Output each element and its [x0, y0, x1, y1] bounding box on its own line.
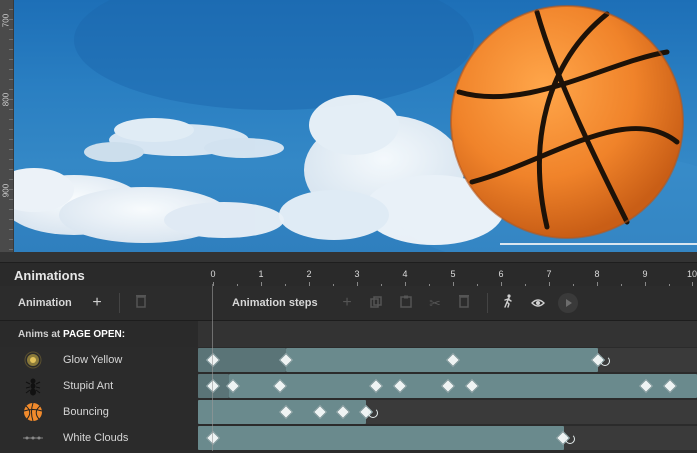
glow-icon: [22, 350, 44, 370]
canvas-scroll-strip[interactable]: [0, 252, 697, 262]
cut-icon[interactable]: ✂: [426, 294, 444, 312]
timeline-header-track: [198, 321, 697, 347]
time-label-9: 9: [642, 269, 648, 279]
time-label-2: 2: [306, 269, 312, 279]
guide-line: [500, 243, 697, 245]
clouds-icon: [22, 428, 44, 448]
eye-icon[interactable]: [529, 294, 547, 312]
loop-icon: [368, 408, 378, 418]
basketball-icon: [22, 402, 44, 422]
copy-icon[interactable]: [367, 294, 385, 312]
anims-event-prefix: Anims at: [18, 329, 61, 340]
time-label-1: 1: [258, 269, 264, 279]
time-label-10: 10: [686, 269, 697, 279]
paste-icon[interactable]: [397, 294, 415, 312]
ruler-label-800: 800: [1, 92, 11, 107]
add-step-icon[interactable]: +: [338, 294, 356, 312]
animation-name: White Clouds: [63, 432, 129, 444]
time-label-5: 5: [450, 269, 456, 279]
loop-icon: [600, 356, 610, 366]
delete-step-icon[interactable]: [455, 294, 473, 312]
scene-sky: [14, 0, 697, 252]
step-bar[interactable]: [198, 426, 564, 450]
animation-name: Stupid Ant: [63, 380, 114, 392]
animation-row-stupid-ant[interactable]: Stupid Ant: [0, 373, 697, 399]
ruler-label-900: 900: [1, 183, 11, 198]
time-label-0: 0: [210, 269, 216, 279]
time-label-4: 4: [402, 269, 408, 279]
playhead-line[interactable]: [212, 284, 213, 451]
animation-track[interactable]: [198, 374, 697, 398]
animation-row-white-clouds[interactable]: White Clouds: [0, 425, 697, 451]
stage-canvas[interactable]: 700 800 900: [0, 0, 697, 262]
time-label-6: 6: [498, 269, 504, 279]
animation-track[interactable]: [198, 400, 697, 424]
loop-icon: [565, 434, 575, 444]
trash-icon[interactable]: [132, 294, 150, 312]
animations-toolbar: Animation + Animation steps + ✂: [0, 286, 697, 321]
animation-name: Bouncing: [63, 406, 109, 418]
animation-track[interactable]: [198, 348, 697, 372]
cloud-middle: [84, 118, 284, 162]
plus-icon[interactable]: +: [88, 294, 106, 312]
toolbar-divider: [487, 293, 488, 313]
play-icon[interactable]: [558, 293, 578, 313]
time-label-8: 8: [594, 269, 600, 279]
animation-steps-label: Animation steps: [232, 297, 318, 309]
scene-artwork: [14, 0, 697, 252]
animation-name: Glow Yellow: [63, 354, 123, 366]
timeline-ruler[interactable]: 0 1 2 3 4 5 6 7 8 9 10: [198, 263, 697, 287]
anims-event-label: Anims at PAGE OPEN:: [18, 329, 125, 340]
step-bar[interactable]: [229, 374, 697, 398]
vertical-ruler: 700 800 900: [0, 0, 14, 252]
time-label-3: 3: [354, 269, 360, 279]
anims-event-header: Anims at PAGE OPEN:: [0, 321, 697, 347]
animation-track[interactable]: [198, 426, 697, 450]
animation-row-bouncing[interactable]: Bouncing: [0, 399, 697, 425]
ant-icon: [22, 376, 44, 396]
ruler-label-700: 700: [1, 13, 11, 28]
panel-title: Animations: [14, 268, 85, 283]
basketball: [450, 5, 684, 239]
step-bar[interactable]: [286, 348, 598, 372]
animations-panel-header: Animations 0 1 2 3 4 5 6 7 8 9 10: [0, 262, 697, 287]
walk-icon[interactable]: [499, 294, 517, 312]
cloud-left: [14, 168, 284, 243]
time-label-7: 7: [546, 269, 552, 279]
toolbar-divider: [119, 293, 120, 313]
animation-label: Animation: [18, 297, 72, 309]
anims-event-name: PAGE OPEN:: [63, 329, 126, 340]
animation-row-glow-yellow[interactable]: Glow Yellow: [0, 347, 697, 373]
